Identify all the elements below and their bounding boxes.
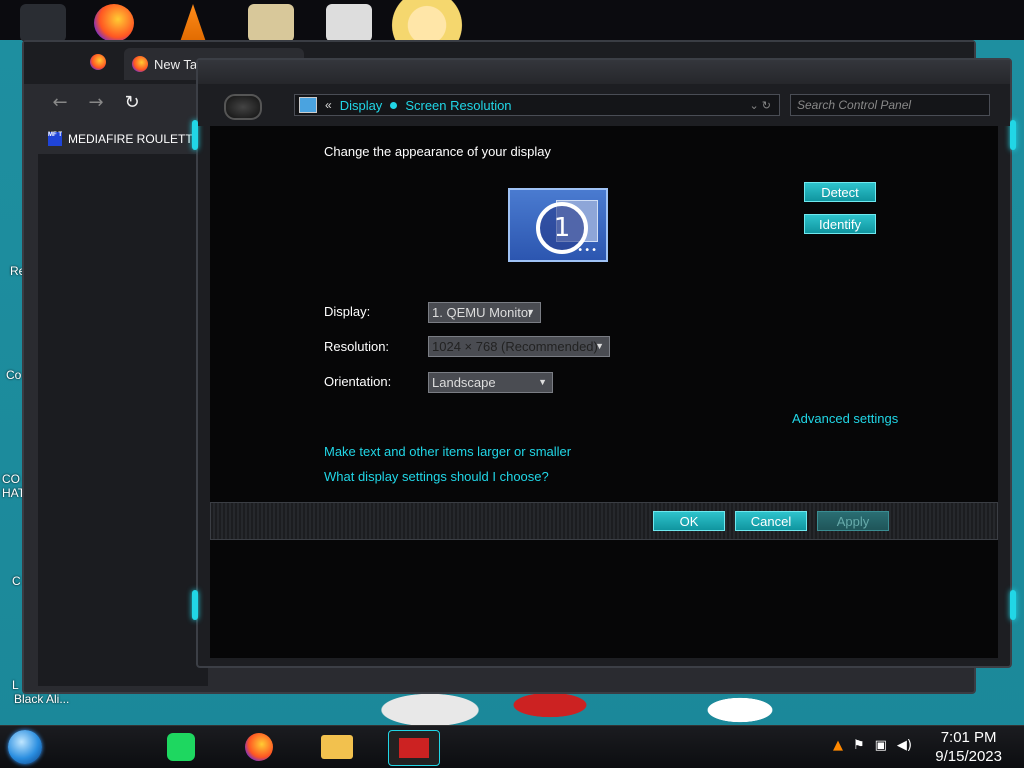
firefox-tab-icon [132,56,148,72]
warning-tray-icon[interactable]: ▲ [833,738,843,753]
orientation-select[interactable]: Landscape ▼ [428,372,553,393]
breadcrumb-separator-icon [390,101,398,109]
resolution-select[interactable]: 1024 × 768 (Recommended) ▼ [428,336,610,357]
desktop-app-icon[interactable] [20,4,66,42]
chevron-down-icon: ▼ [595,341,604,351]
ok-button[interactable]: OK [653,511,725,531]
system-tray: ▲ ⚑ ▣ ◀) [833,738,912,753]
volume-tray-icon[interactable]: ◀) [897,738,912,753]
dialog-button-bar: OK Cancel Apply [210,502,998,540]
clock-time: 7:01 PM [940,729,997,746]
breadcrumb-screen-resolution[interactable]: Screen Resolution [405,98,511,113]
firefox-taskbar-icon[interactable] [234,730,284,764]
advanced-settings-link[interactable]: Advanced settings [792,411,898,426]
hxd-desktop-icon[interactable] [248,4,294,42]
detect-button[interactable]: Detect [804,182,876,202]
orientation-label: Orientation: [324,374,392,389]
address-bar[interactable]: « Display Screen Resolution ⌄ ↻ [294,94,780,116]
monitor-preview[interactable]: 1 ••• [508,188,608,262]
frame-accent [192,590,198,620]
display-value: 1. QEMU Monitor [432,305,533,320]
resolution-label: Resolution: [324,339,390,354]
breadcrumb-prefix: « [325,98,332,112]
display-settings-panel: Change the appearance of your display 1 … [210,126,998,502]
back-arrow-icon[interactable]: ← [48,92,72,113]
chevron-down-icon: ▼ [538,377,547,387]
display-select[interactable]: 1. QEMU Monitor ▼ [428,302,541,323]
forward-arrow-icon[interactable]: → [84,92,108,113]
desktop-label: Black Ali... [14,692,70,706]
display-help-link[interactable]: What display settings should I choose? [324,469,549,484]
network-tray-icon[interactable]: ▣ [875,738,887,753]
firefox-desktop-icon[interactable] [94,4,134,42]
spotify-taskbar-icon[interactable] [156,730,206,764]
desktop-label: CO [2,472,20,486]
address-row: « Display Screen Resolution ⌄ ↻ Search C… [198,84,1010,126]
search-input[interactable]: Search Control Panel [790,94,990,116]
display-settings-taskbar-icon[interactable] [388,730,440,766]
cancel-button[interactable]: Cancel [735,511,807,531]
desktop-label: Co [6,368,22,382]
firefox-icon [245,733,273,761]
display-app-icon [399,738,429,758]
taskbar: ▲ ⚑ ▣ ◀) 7:01 PM 9/15/2023 [0,725,1024,768]
resolution-value: 1024 × 768 (Recommended) [432,339,598,354]
start-orb-icon[interactable] [8,730,42,764]
desktop-label: L [12,678,19,692]
back-forward-orb-icon[interactable] [224,94,262,120]
reload-icon[interactable]: ↻ [120,92,144,113]
flag-tray-icon[interactable]: ⚑ [853,738,865,753]
browser-content [38,154,208,686]
address-dropdown-refresh-icon[interactable]: ⌄ ↻ [750,99,772,112]
desktop-shortcut-icon[interactable] [326,4,372,42]
window-lower-area [210,540,998,658]
display-label: Display: [324,304,371,319]
page-title: Change the appearance of your display [324,144,551,159]
window-frame-top[interactable] [198,60,1010,84]
desktop-label: C [12,574,21,588]
chevron-down-icon: ▼ [526,307,535,317]
bookmark-label: MEDIAFIRE ROULETTER [68,132,210,146]
text-size-link[interactable]: Make text and other items larger or smal… [324,444,571,459]
apply-button[interactable]: Apply [817,511,889,531]
identify-button[interactable]: Identify [804,214,876,234]
clock-date: 9/15/2023 [935,748,1002,765]
folder-icon [321,735,353,759]
bookmark-mediafire[interactable]: MF T MEDIAFIRE ROULETTER [48,132,209,146]
firefox-icon[interactable] [90,54,106,70]
orientation-value: Landscape [432,375,496,390]
spotify-icon [167,733,195,761]
monitor-dots-icon: ••• [577,245,598,256]
control-panel-window: « Display Screen Resolution ⌄ ↻ Search C… [192,58,1016,668]
taskbar-clock[interactable]: 7:01 PM 9/15/2023 [935,728,1002,766]
file-explorer-taskbar-icon[interactable] [312,730,362,764]
breadcrumb-display[interactable]: Display [340,98,383,113]
frame-accent [1010,590,1016,620]
control-panel-icon [299,97,317,113]
mediafire-icon: MF T [48,132,62,146]
frame-accent [1010,120,1016,150]
